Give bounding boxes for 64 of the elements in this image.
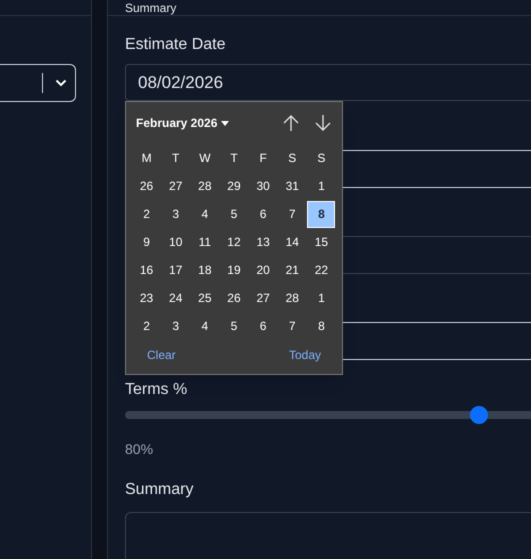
calendar-day[interactable]: 21 xyxy=(278,256,306,284)
calendar-day[interactable]: 25 xyxy=(190,284,219,312)
calendar-day[interactable]: 28 xyxy=(278,284,306,312)
calendar-day[interactable]: 30 xyxy=(249,172,278,200)
calendar-day[interactable]: 10 xyxy=(162,228,190,256)
month-year-dropdown[interactable]: February 2026 xyxy=(136,114,230,132)
calendar-day[interactable]: 22 xyxy=(307,256,336,284)
calendar-day[interactable]: 7 xyxy=(278,200,306,228)
weekday-label: T xyxy=(172,150,180,167)
calendar-day[interactable]: 19 xyxy=(220,256,248,284)
calendar-day[interactable]: 3 xyxy=(162,200,190,228)
calendar-day[interactable]: 31 xyxy=(278,172,306,200)
calendar-day[interactable]: 27 xyxy=(162,172,190,200)
calendar-day[interactable]: 5 xyxy=(220,200,248,228)
calendar-day[interactable]: 17 xyxy=(162,256,190,284)
calendar-day[interactable]: 1 xyxy=(307,284,336,312)
caret-icon xyxy=(221,120,230,126)
calendar-day[interactable]: 2 xyxy=(132,200,161,228)
calendar-day[interactable]: 11 xyxy=(190,228,219,256)
calendar-day[interactable]: 27 xyxy=(249,284,278,312)
calendar-day[interactable]: 1 xyxy=(307,172,336,200)
calendar-day[interactable]: 15 xyxy=(307,228,336,256)
field-label: Estimate Date xyxy=(125,35,226,55)
field-label: Terms % xyxy=(125,380,188,400)
weekday-label: F xyxy=(259,150,267,167)
calendar-day[interactable]: 8 xyxy=(307,200,336,228)
arrow-down-icon[interactable] xyxy=(314,114,332,132)
calendar-day[interactable]: 9 xyxy=(132,228,161,256)
arrow-up-icon[interactable] xyxy=(282,114,300,132)
calendar-day[interactable]: 3 xyxy=(162,312,190,340)
calendar-day[interactable]: 12 xyxy=(220,228,248,256)
weekday-label: S xyxy=(317,150,326,167)
weekday-label: T xyxy=(230,150,238,167)
weekday-label: W xyxy=(199,150,211,167)
calendar-day[interactable]: 26 xyxy=(132,172,161,200)
calendar-day[interactable]: 18 xyxy=(190,256,219,284)
calendar-day[interactable]: 5 xyxy=(220,312,248,340)
calendar-day[interactable]: 6 xyxy=(249,200,278,228)
calendar-day[interactable]: 28 xyxy=(190,172,219,200)
section-title: Summary xyxy=(125,1,176,15)
select-field[interactable] xyxy=(0,64,76,102)
field-label: Summary xyxy=(125,480,194,500)
calendar-day[interactable]: 13 xyxy=(249,228,278,256)
calendar-day[interactable]: 26 xyxy=(220,284,248,312)
weekday-label: M xyxy=(142,150,152,167)
clear-link[interactable]: Clear xyxy=(147,346,176,364)
today-link[interactable]: Today xyxy=(288,346,321,364)
calendar-day[interactable]: 4 xyxy=(190,200,219,228)
calendar-day[interactable]: 24 xyxy=(162,284,190,312)
calendar-day[interactable]: 29 xyxy=(220,172,248,200)
date-field[interactable]: 08/02/2026 xyxy=(125,64,531,101)
calendar-day[interactable]: 4 xyxy=(190,312,219,340)
calendar-day[interactable]: 8 xyxy=(307,312,336,340)
calendar-day[interactable]: 16 xyxy=(132,256,161,284)
calendar-day[interactable]: 7 xyxy=(278,312,306,340)
chevron-down-icon xyxy=(55,79,67,87)
calendar-day[interactable]: 6 xyxy=(249,312,278,340)
slider-thumb[interactable] xyxy=(470,406,488,424)
slider-value: 80% xyxy=(125,440,154,459)
calendar-day[interactable]: 14 xyxy=(278,228,306,256)
calendar-day[interactable]: 2 xyxy=(132,312,161,340)
calendar-day[interactable]: 20 xyxy=(249,256,278,284)
calendar-day[interactable]: 23 xyxy=(132,284,161,312)
weekday-label: S xyxy=(288,150,296,167)
